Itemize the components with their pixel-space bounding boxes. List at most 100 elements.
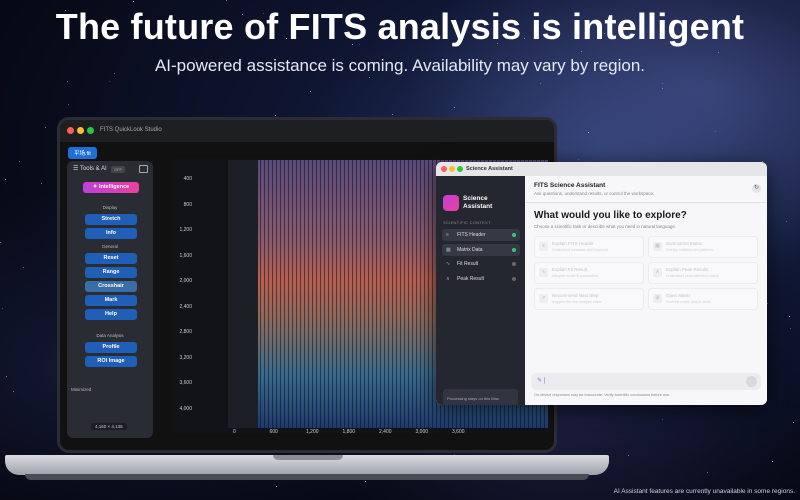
context-item-matrix-data[interactable]: ▦ Matrix Data xyxy=(442,243,520,256)
scientific-context-label: SCIENTIFIC CONTEXT xyxy=(443,220,491,225)
suggestion-title: Explain Peak Results xyxy=(666,267,709,272)
star xyxy=(133,1,134,2)
crosshair-button-label: Crosshair xyxy=(98,283,124,289)
roi-image-button-label: ROI Image xyxy=(97,358,125,364)
star xyxy=(67,81,68,82)
suggestion-card[interactable]: ⊞ Open Matrix View the matrix data in deta… xyxy=(648,288,758,310)
x-tick-label: 3,000 xyxy=(415,429,429,435)
star xyxy=(581,51,582,52)
context-item-fits-header[interactable]: ≡ FITS Header xyxy=(442,229,520,241)
intelligence-button-label: Intelligence xyxy=(98,184,130,190)
star xyxy=(68,104,69,105)
status-dot xyxy=(512,247,516,252)
assistant-window-title: Science Assistant xyxy=(466,166,513,172)
file-tab[interactable]: 平场.fit xyxy=(68,147,97,159)
context-item-icon: ≡ xyxy=(446,232,449,238)
prompt-input-icon: ✎ | xyxy=(537,378,546,384)
star xyxy=(45,127,46,128)
star xyxy=(0,242,1,243)
suggestion-card[interactable]: ▦ Summarize Matrix Get key statistics and … xyxy=(648,236,758,258)
help-button-label: Help xyxy=(105,311,117,317)
stretch-button[interactable]: Stretch xyxy=(85,214,137,225)
sidebar-toggle-icon[interactable] xyxy=(139,165,148,173)
x-tick-label: 0 xyxy=(233,429,236,435)
star xyxy=(365,481,366,482)
y-tick-label: 1,200 xyxy=(179,227,192,233)
y-tick-label: 3,600 xyxy=(179,380,192,386)
star xyxy=(454,107,455,108)
context-item-icon: ∿ xyxy=(446,261,451,267)
suggestion-card[interactable]: ∧ Explain Peak Results Understand peak det… xyxy=(648,262,758,284)
intelligence-button[interactable]: ✦ Intelligence xyxy=(83,182,139,193)
laptop-base xyxy=(5,455,609,475)
x-tick-label: 1,800 xyxy=(342,429,356,435)
privacy-note: Processing stays on this Mac. xyxy=(443,389,518,405)
star xyxy=(23,267,24,268)
star xyxy=(662,419,663,420)
display-group-label: Display xyxy=(102,205,118,210)
star xyxy=(275,115,276,116)
tools-badge: OFF xyxy=(111,166,125,173)
star xyxy=(369,77,370,78)
suggestion-subtitle: View the matrix data in detail xyxy=(666,300,711,304)
crosshair-button[interactable]: Crosshair xyxy=(85,281,137,292)
context-item-peak-result[interactable]: ∧ Peak Result xyxy=(442,273,520,285)
suggestion-icon: ≡ xyxy=(539,242,548,251)
reset-button[interactable]: Reset xyxy=(85,253,137,264)
context-item-icon: ▦ xyxy=(446,246,451,253)
star xyxy=(226,0,227,1)
suggestion-subtitle: Interpret model fit parameters xyxy=(552,274,598,278)
prompt-input[interactable]: ✎ | xyxy=(531,373,761,390)
context-item-label: Peak Result xyxy=(457,275,484,282)
assistant-close-button[interactable] xyxy=(441,166,447,172)
hero-subtitle: AI-powered assistance is coming. Availab… xyxy=(154,56,646,75)
tools-panel-title: ☰ Tools & AI xyxy=(73,166,107,172)
star xyxy=(718,52,719,53)
star xyxy=(662,83,663,84)
roi-image-button[interactable]: ROI Image xyxy=(85,356,137,367)
image-size-readout: 4,160 × 4,136 xyxy=(91,423,127,430)
star xyxy=(6,376,7,377)
assistant-zoom-button[interactable] xyxy=(457,166,463,172)
suggestion-card[interactable]: ➚ Recommend Next Step Suggest the next ana… xyxy=(534,288,644,310)
suggestion-icon: ➚ xyxy=(539,294,548,303)
profile-button[interactable]: Profile xyxy=(85,342,137,353)
star xyxy=(793,422,794,423)
refresh-icon[interactable]: ↻ xyxy=(752,184,761,193)
laptop-base-shadow xyxy=(25,474,589,480)
y-tick-label: 3,200 xyxy=(179,354,192,361)
send-icon[interactable] xyxy=(746,376,757,387)
y-tick-label: 2,800 xyxy=(179,329,192,335)
suggestion-icon: ▦ xyxy=(653,242,662,251)
suggestion-subtitle: Suggest the next analysis action xyxy=(552,300,603,304)
star xyxy=(588,132,589,133)
suggestion-title: Open Matrix xyxy=(666,293,691,298)
suggestion-icon: ⊞ xyxy=(653,294,662,303)
assistant-header-title: FITS Science Assistant xyxy=(534,182,606,189)
minimize-window-button[interactable] xyxy=(77,127,84,134)
suggestion-subtitle: Understand peak detection output xyxy=(666,274,719,278)
status-dot xyxy=(512,276,516,281)
suggestion-title: Recommend Next Step xyxy=(552,293,599,298)
context-item-label: Fit Result xyxy=(457,261,479,267)
close-window-button[interactable] xyxy=(67,127,74,134)
suggestion-card[interactable]: ∿ Explain Fit Result Interpret model fit p… xyxy=(534,262,644,284)
mark-button[interactable]: Mark xyxy=(85,295,137,306)
science-assistant-window: Science Assistant Science Assistant SCIE… xyxy=(436,162,767,405)
x-tick-label: 3,600 xyxy=(452,429,465,435)
range-button[interactable]: Range xyxy=(85,267,137,278)
zoom-window-button[interactable] xyxy=(87,127,94,134)
info-button[interactable]: Info xyxy=(85,228,137,239)
assistant-minimize-button[interactable] xyxy=(449,166,455,172)
range-button-label: Range xyxy=(102,269,120,275)
star xyxy=(715,131,716,132)
minimized-label: Minimized xyxy=(71,387,92,392)
mark-button-label: Mark xyxy=(104,297,118,303)
context-item-fit-result[interactable]: ∿ Fit Result xyxy=(442,258,520,270)
star xyxy=(540,83,541,84)
help-button[interactable]: Help xyxy=(85,309,137,320)
star xyxy=(767,303,768,304)
star xyxy=(41,183,42,184)
status-dot xyxy=(512,262,516,266)
suggestion-card[interactable]: ≡ Explain FITS Header Understand metadata … xyxy=(534,236,644,258)
